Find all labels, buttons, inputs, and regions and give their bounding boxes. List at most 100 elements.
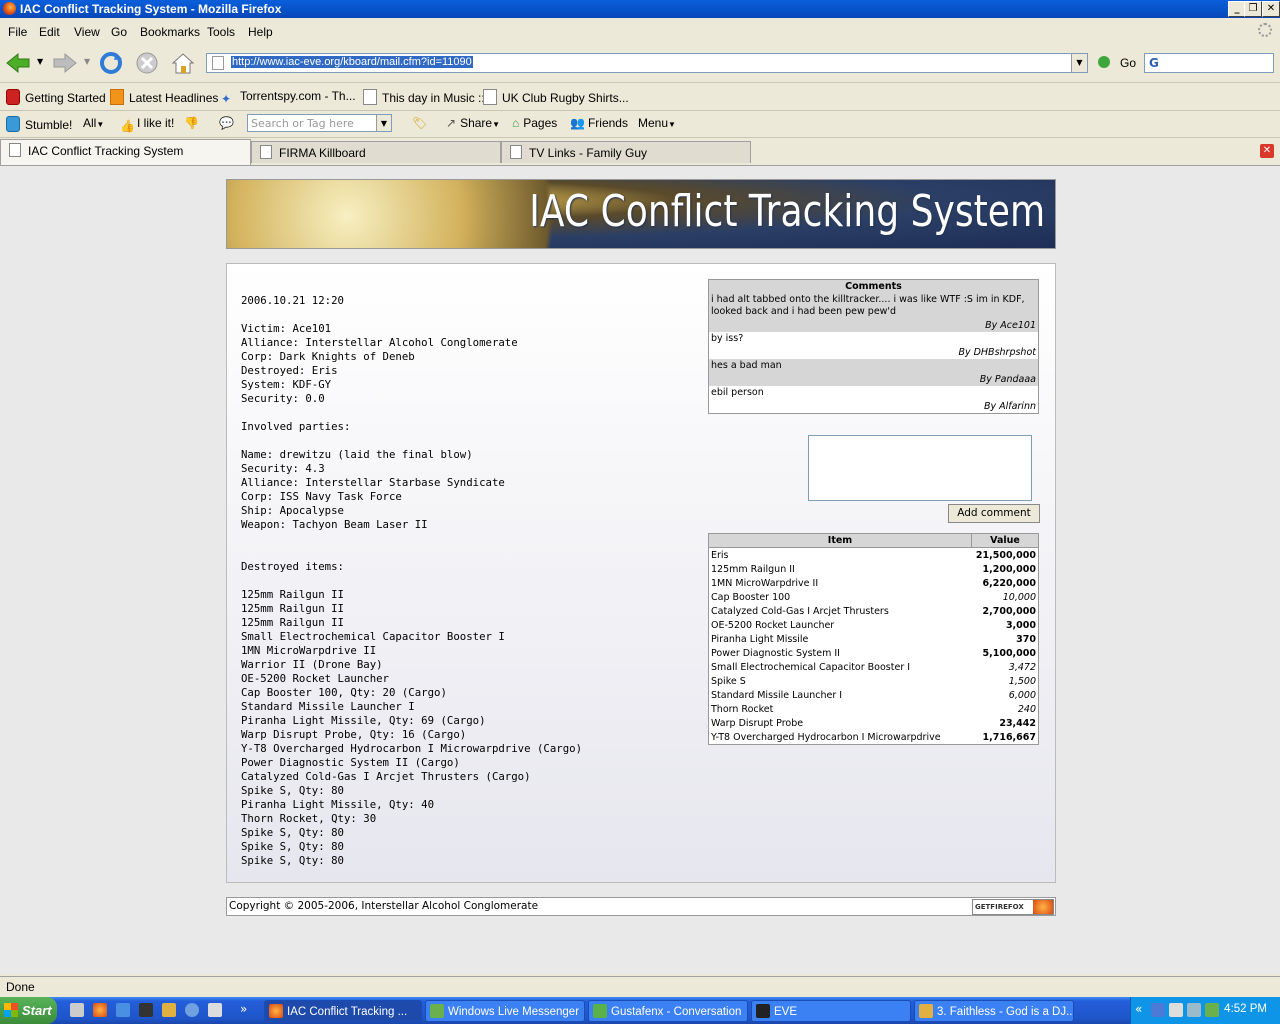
- comment-bubble-icon[interactable]: 💬: [219, 116, 234, 130]
- url-text[interactable]: http://www.iac-eve.org/kboard/mail.cfm?i…: [231, 56, 473, 68]
- menu-help[interactable]: Help: [248, 25, 273, 39]
- item-name: Small Electrochemical Capacitor Booster …: [711, 661, 911, 673]
- item-row: Warp Disrupt Probe 23,442: [709, 716, 1039, 730]
- home-icon[interactable]: [170, 51, 196, 75]
- comment-textarea[interactable]: [808, 435, 1032, 501]
- menu-bookmarks[interactable]: Bookmarks: [140, 25, 200, 39]
- tray-display-icon[interactable]: [1169, 1003, 1183, 1017]
- stumble-menu-button[interactable]: Menu▼: [638, 116, 676, 130]
- share-icon: ↗: [446, 116, 457, 130]
- stumble-label: Stumble!: [25, 118, 73, 132]
- tray-messenger-icon[interactable]: [1205, 1003, 1219, 1017]
- item-name: Y-T8 Overcharged Hydrocarbon I Microwarp…: [711, 731, 941, 743]
- quicklaunch-winamp-icon[interactable]: [162, 1003, 176, 1017]
- tab-bar: IAC Conflict Tracking System FIRMA Killb…: [0, 139, 1280, 166]
- quicklaunch-steam-icon[interactable]: [139, 1003, 153, 1017]
- menu-tools[interactable]: Tools: [207, 25, 235, 39]
- stumble-all-dropdown[interactable]: All▼: [83, 116, 104, 130]
- site-banner: IAC Conflict Tracking System: [226, 179, 1056, 249]
- tray-network-icon[interactable]: [1151, 1003, 1165, 1017]
- dropdown-arrow-icon: ▼: [492, 120, 501, 129]
- search-input[interactable]: G: [1144, 53, 1274, 73]
- item-row: 125mm Railgun II 1,200,000: [709, 562, 1039, 576]
- menu-bar: File Edit View Go Bookmarks Tools Help: [0, 20, 1280, 42]
- google-search-engine-icon[interactable]: G: [1149, 56, 1159, 70]
- item-name: 1MN MicroWarpdrive II: [711, 577, 819, 589]
- stumble-search-input[interactable]: Search or Tag here ▼: [247, 114, 392, 132]
- reload-icon[interactable]: [98, 51, 124, 75]
- tray-expand-chevron[interactable]: «: [1135, 1002, 1142, 1016]
- get-firefox-button[interactable]: GETFIREFOX: [972, 899, 1054, 915]
- url-bar[interactable]: http://www.iac-eve.org/kboard/mail.cfm?i…: [206, 53, 1088, 73]
- item-row: Small Electrochemical Capacitor Booster …: [709, 660, 1039, 674]
- friends-button[interactable]: 👥 Friends: [570, 116, 628, 130]
- task-faithless-god-is-a-dj[interactable]: 3. Faithless - God is a DJ...: [914, 1000, 1074, 1022]
- messenger-icon: [430, 1004, 444, 1018]
- forward-history-dropdown-icon[interactable]: ▼: [84, 57, 90, 66]
- url-dropdown-icon[interactable]: ▼: [1071, 54, 1087, 72]
- pages-button[interactable]: ⌂ Pages: [512, 116, 557, 130]
- task-gustafenx-conversation[interactable]: Gustafenx - Conversation: [588, 1000, 748, 1022]
- stumble-search-placeholder: Search or Tag here: [251, 117, 354, 130]
- tab-iac-conflict-tracking[interactable]: IAC Conflict Tracking System: [0, 139, 251, 165]
- back-history-dropdown-icon[interactable]: ▼: [37, 57, 43, 66]
- bookmark-getting-started[interactable]: Getting Started: [6, 89, 106, 105]
- quicklaunch-firefox-icon[interactable]: [93, 1003, 107, 1017]
- task-label: EVE: [774, 1006, 798, 1018]
- i-like-it-button[interactable]: 👍 I like it!: [120, 116, 174, 133]
- comments-header: Comments: [708, 279, 1039, 293]
- stumble-button[interactable]: Stumble!: [6, 116, 72, 132]
- copyright-text: Copyright © 2005-2006, Interstellar Alco…: [229, 900, 539, 912]
- close-tab-icon[interactable]: ✕: [1260, 144, 1274, 158]
- menu-file[interactable]: File: [8, 25, 27, 39]
- page-icon: [363, 89, 377, 105]
- pages-home-icon: ⌂: [512, 116, 520, 130]
- bookmark-label: Latest Headlines: [129, 91, 219, 105]
- page-footer: Copyright © 2005-2006, Interstellar Alco…: [226, 897, 1056, 916]
- task-windows-live-messenger[interactable]: Windows Live Messenger: [425, 1000, 585, 1022]
- go-button[interactable]: Go: [1120, 56, 1136, 70]
- bookmark-torrentspy[interactable]: ✦ Torrentspy.com - Th...: [221, 89, 356, 106]
- friends-label: Friends: [587, 116, 628, 130]
- close-window-button[interactable]: ✕: [1262, 1, 1280, 17]
- stop-icon[interactable]: [134, 51, 160, 75]
- quicklaunch-more-chevron[interactable]: »: [240, 1002, 247, 1016]
- restore-button[interactable]: ❐: [1244, 1, 1262, 17]
- forward-arrow-icon[interactable]: [52, 52, 78, 74]
- task-label: IAC Conflict Tracking ...: [287, 1006, 408, 1018]
- add-comment-button[interactable]: Add comment: [948, 504, 1040, 523]
- bookmark-label: Torrentspy.com - Th...: [240, 89, 356, 103]
- comment-text: hes a bad man: [711, 360, 782, 371]
- quicklaunch-ie-icon[interactable]: [116, 1003, 130, 1017]
- tray-connection-icon[interactable]: [1187, 1003, 1201, 1017]
- menu-view[interactable]: View: [74, 25, 100, 39]
- bookmark-uk-club-rugby[interactable]: UK Club Rugby Shirts...: [483, 89, 629, 105]
- bookmark-this-day-in-music[interactable]: This day in Music ::: [363, 89, 485, 105]
- comment-author: By Ace101: [985, 320, 1036, 331]
- bookmark-latest-headlines[interactable]: Latest Headlines: [110, 89, 218, 105]
- quicklaunch-calendar-icon[interactable]: [70, 1003, 84, 1017]
- task-label: 3. Faithless - God is a DJ...: [937, 1006, 1074, 1018]
- item-value: 370: [1016, 633, 1036, 645]
- share-button[interactable]: ↗ Share▼: [446, 116, 500, 130]
- menu-edit[interactable]: Edit: [39, 25, 60, 39]
- go-icon[interactable]: [1098, 56, 1110, 68]
- tag-icon[interactable]: 🏷: [412, 116, 427, 130]
- get-firefox-label: GETFIREFOX: [975, 903, 1024, 911]
- task-eve[interactable]: EVE: [751, 1000, 911, 1022]
- tab-firma-killboard[interactable]: FIRMA Killboard: [251, 141, 501, 163]
- back-arrow-icon[interactable]: [5, 52, 31, 74]
- item-name: 125mm Railgun II: [711, 563, 795, 575]
- dropdown-arrow-icon[interactable]: ▼: [376, 115, 391, 131]
- window-titlebar[interactable]: IAC Conflict Tracking System - Mozilla F…: [0, 0, 1280, 18]
- quicklaunch-document-icon[interactable]: [208, 1003, 222, 1017]
- menu-go[interactable]: Go: [111, 25, 127, 39]
- quicklaunch-mediaplayer-icon[interactable]: [185, 1003, 199, 1017]
- messenger-conversation-icon: [593, 1004, 607, 1018]
- thumbs-down-icon[interactable]: 👎: [184, 116, 199, 130]
- tab-tv-links[interactable]: TV Links - Family Guy: [501, 141, 751, 163]
- item-name: Warp Disrupt Probe: [711, 717, 804, 729]
- task-iac-conflict-tracking[interactable]: IAC Conflict Tracking ...: [264, 1000, 422, 1022]
- item-value: 3,000: [1005, 619, 1036, 631]
- start-button[interactable]: Start: [0, 997, 57, 1024]
